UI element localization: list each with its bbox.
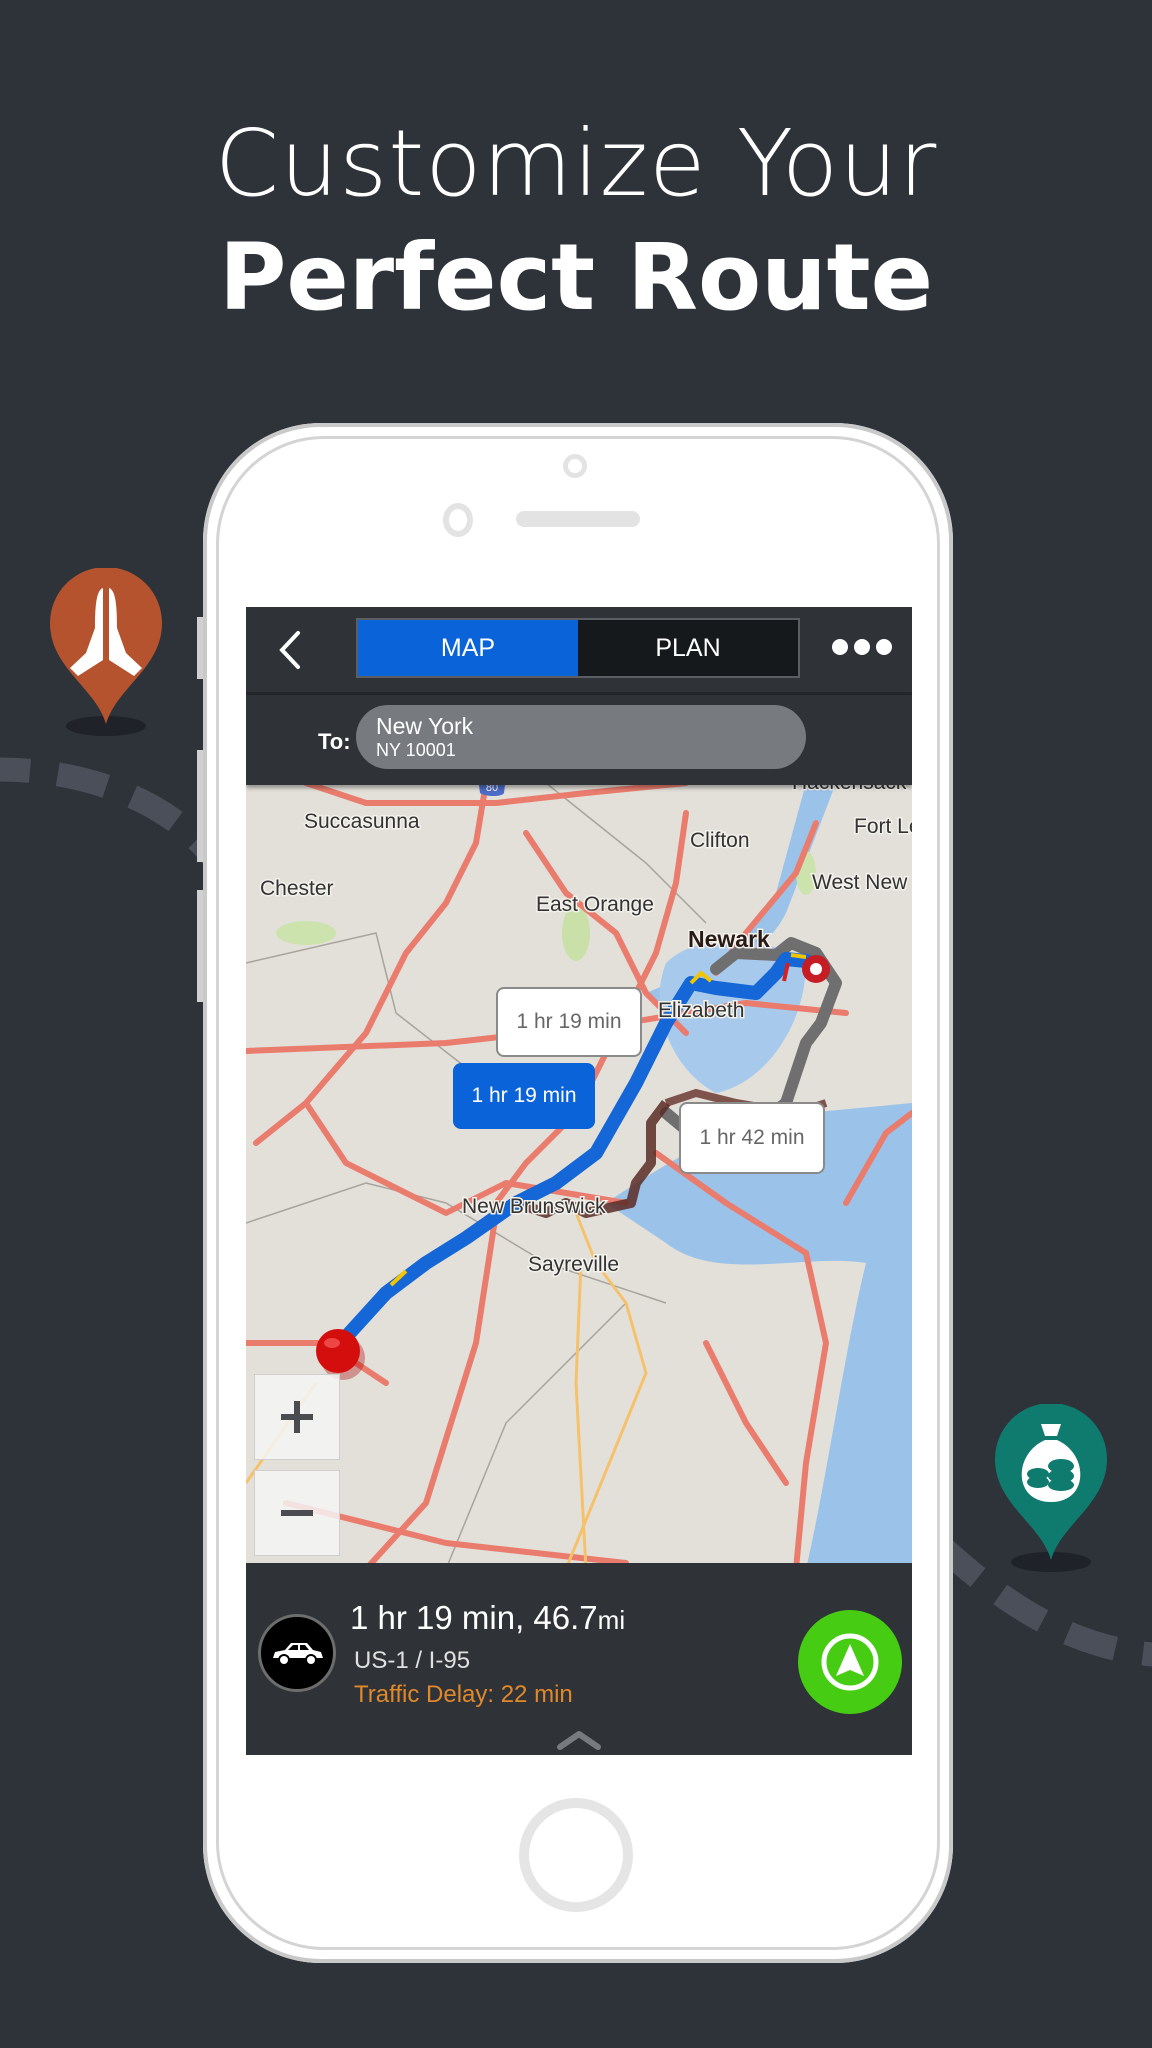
navigate-arrow-icon xyxy=(821,1633,879,1691)
phone-front-camera xyxy=(563,454,587,478)
route-map[interactable]: 80 Succasunna Clifton Fort Le Chester Ea… xyxy=(246,783,912,1569)
praying-hands-icon xyxy=(50,568,162,736)
destination-zip: NY 10001 xyxy=(376,740,456,760)
view-tabs: MAP PLAN xyxy=(356,618,800,678)
headline: Customize Your Perfect Route xyxy=(0,105,1152,337)
tab-plan[interactable]: PLAN xyxy=(578,620,798,676)
destination-bar: To: New York NY 10001 xyxy=(246,695,912,785)
app-screen: MAP PLAN To: New York NY 10001 80 Succas… xyxy=(246,607,912,1755)
more-dots-icon xyxy=(832,639,848,655)
route-callout-alt-2[interactable]: 1 hr 42 min xyxy=(679,1102,825,1174)
distance-unit: mi xyxy=(597,1605,626,1635)
destination-field[interactable]: New York NY 10001 xyxy=(356,705,806,769)
svg-text:East Orange: East Orange xyxy=(536,893,654,916)
svg-text:West New: West New xyxy=(812,871,908,894)
route-callout-selected[interactable]: 1 hr 19 min xyxy=(453,1063,595,1129)
route-time-distance: 1 hr 19 min, 46.7mi xyxy=(350,1599,626,1636)
traffic-delay: Traffic Delay: 22 min xyxy=(354,1681,573,1708)
svg-text:New Brunswick: New Brunswick xyxy=(462,1195,606,1218)
zoom-out-button[interactable] xyxy=(254,1470,340,1556)
route-callout-alt-1[interactable]: 1 hr 19 min xyxy=(496,987,642,1057)
phone-sensor xyxy=(443,503,473,537)
minus-icon xyxy=(281,1510,313,1516)
zoom-in-button[interactable] xyxy=(254,1374,340,1460)
expand-chevron-up-icon[interactable] xyxy=(556,1729,602,1751)
destination-marker[interactable] xyxy=(802,955,830,983)
phone-speaker xyxy=(516,511,640,527)
svg-text:Chester: Chester xyxy=(260,877,334,900)
money-bag-icon xyxy=(995,1404,1107,1572)
more-options-button[interactable] xyxy=(832,637,892,657)
destination-label: To: xyxy=(318,729,351,754)
svg-text:Sayreville: Sayreville xyxy=(528,1253,619,1276)
svg-text:Clifton: Clifton xyxy=(690,829,750,852)
back-button[interactable] xyxy=(268,625,312,675)
plus-icon xyxy=(281,1401,313,1433)
svg-text:Newark: Newark xyxy=(688,926,770,952)
svg-text:Elizabeth: Elizabeth xyxy=(658,999,744,1022)
phone-home-button[interactable] xyxy=(519,1798,633,1912)
route-roads: US-1 / I-95 xyxy=(354,1647,471,1674)
chevron-left-icon xyxy=(279,631,300,669)
travel-mode-button[interactable] xyxy=(258,1614,336,1692)
headline-line1: Customize Your xyxy=(214,110,938,217)
destination-city: New York xyxy=(376,713,474,739)
car-icon xyxy=(273,1643,323,1666)
route-summary-panel[interactable]: 1 hr 19 min, 46.7mi US-1 / I-95 Traffic … xyxy=(246,1563,912,1755)
start-navigation-button[interactable] xyxy=(798,1610,902,1714)
tab-map[interactable]: MAP xyxy=(358,620,578,676)
svg-text:Succasunna: Succasunna xyxy=(304,810,420,833)
svg-text:Fort Le: Fort Le xyxy=(854,815,912,838)
headline-line2: Perfect Route xyxy=(218,224,934,331)
top-bar: MAP PLAN xyxy=(246,607,912,695)
